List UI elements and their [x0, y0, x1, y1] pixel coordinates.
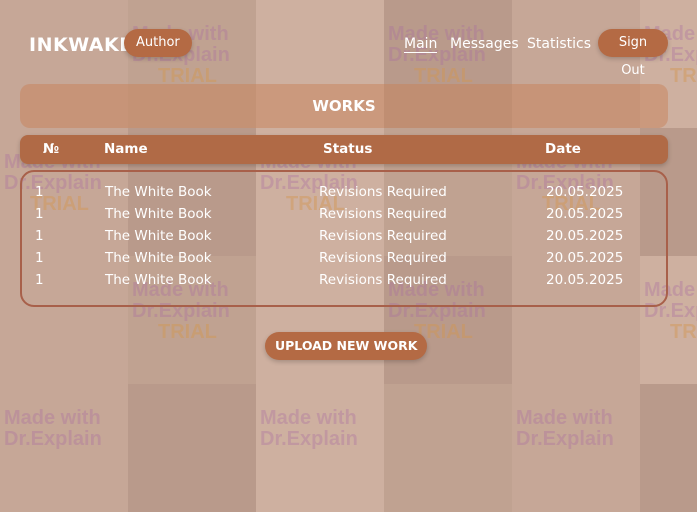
- table-header: № Name Status Date: [20, 135, 668, 164]
- cell-number: 1: [35, 228, 44, 244]
- works-table-body: 1 The White Book Revisions Required 20.0…: [20, 170, 668, 307]
- table-row[interactable]: 1 The White Book Revisions Required 20.0…: [22, 269, 666, 291]
- cell-status: Revisions Required: [319, 184, 447, 200]
- cell-number: 1: [35, 272, 44, 288]
- cell-number: 1: [35, 206, 44, 222]
- works-title-bar: WORKS: [20, 84, 668, 128]
- cell-date: 20.05.2025: [546, 206, 624, 222]
- cell-date: 20.05.2025: [546, 184, 624, 200]
- cell-date: 20.05.2025: [546, 250, 624, 266]
- upload-new-work-button[interactable]: UPLOAD NEW WORK: [265, 332, 428, 360]
- sign-out-button[interactable]: Sign Out: [598, 29, 668, 78]
- table-row[interactable]: 1 The White Book Revisions Required 20.0…: [22, 203, 666, 225]
- cell-name: The White Book: [105, 272, 212, 288]
- cell-status: Revisions Required: [319, 272, 447, 288]
- cell-status: Revisions Required: [319, 206, 447, 222]
- cell-name: The White Book: [105, 206, 212, 222]
- top-header: INKWAKE Author Main Messages Statistics …: [0, 26, 697, 78]
- nav-messages-link[interactable]: Messages: [450, 36, 519, 52]
- brand-logo[interactable]: INKWAKE: [29, 34, 133, 56]
- table-row[interactable]: 1 The White Book Revisions Required 20.0…: [22, 225, 666, 247]
- column-header-date: Date: [545, 141, 581, 157]
- cell-number: 1: [35, 250, 44, 266]
- table-row[interactable]: 1 The White Book Revisions Required 20.0…: [22, 247, 666, 269]
- cell-date: 20.05.2025: [546, 228, 624, 244]
- nav-main-link[interactable]: Main: [404, 36, 438, 53]
- cell-number: 1: [35, 184, 44, 200]
- cell-status: Revisions Required: [319, 250, 447, 266]
- cell-name: The White Book: [105, 250, 212, 266]
- table-row[interactable]: 1 The White Book Revisions Required 20.0…: [22, 181, 666, 203]
- column-header-number: №: [43, 141, 60, 157]
- column-header-name: Name: [104, 141, 148, 157]
- cell-name: The White Book: [105, 184, 212, 200]
- cell-name: The White Book: [105, 228, 212, 244]
- cell-date: 20.05.2025: [546, 272, 624, 288]
- nav-statistics-link[interactable]: Statistics: [527, 36, 591, 52]
- column-header-status: Status: [323, 141, 373, 157]
- role-badge: Author: [124, 29, 192, 57]
- cell-status: Revisions Required: [319, 228, 447, 244]
